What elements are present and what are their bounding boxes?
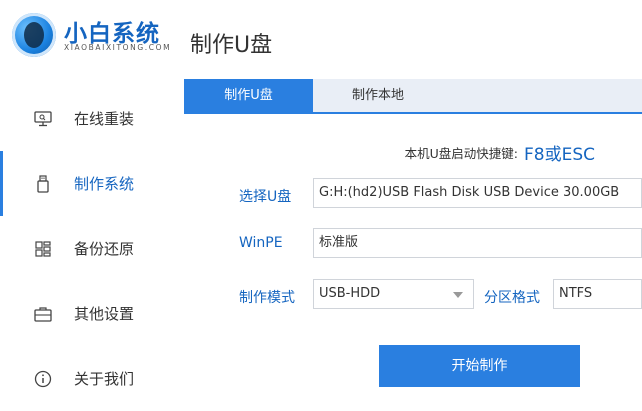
- mode-label: 制作模式: [239, 290, 295, 306]
- sidebar-item-label: 备份还原: [74, 240, 135, 258]
- page-title: 制作U盘: [190, 33, 273, 58]
- sidebar-item-label: 其他设置: [74, 305, 135, 323]
- sidebar-item-label: 制作系统: [74, 175, 135, 193]
- sidebar-item-online-reinstall[interactable]: 在线重装: [0, 86, 183, 151]
- usb-select-label: 选择U盘: [239, 189, 292, 205]
- usb-drive-icon: [34, 174, 52, 193]
- start-make-button[interactable]: 开始制作: [379, 345, 580, 387]
- grid-blocks-icon: [34, 240, 52, 258]
- app-logo: 小白系统 XIAOBAIXITONG.COM: [12, 10, 182, 60]
- sidebar: 小白系统 XIAOBAIXITONG.COM 在线重装 制作系统 备份还原 其他…: [0, 0, 183, 405]
- tab-make-local[interactable]: 制作本地: [313, 79, 443, 112]
- sidebar-nav: 在线重装 制作系统 备份还原 其他设置 关于我们: [0, 86, 183, 411]
- shortcut-key: F8或ESC: [524, 145, 595, 165]
- info-icon: [34, 370, 52, 388]
- mode-select-value: USB-HDD: [319, 286, 381, 301]
- sidebar-item-backup-restore[interactable]: 备份还原: [0, 216, 183, 281]
- app-subtitle: XIAOBAIXITONG.COM: [64, 43, 172, 52]
- shortcut-hint: 本机U盘启动快捷键: F8或ESC: [405, 140, 595, 165]
- tab-make-usb[interactable]: 制作U盘: [184, 79, 313, 112]
- mode-select[interactable]: USB-HDD: [313, 279, 474, 309]
- partition-format-field[interactable]: NTFS: [553, 279, 642, 309]
- winpe-field[interactable]: 标准版: [313, 228, 642, 258]
- sidebar-item-other-settings[interactable]: 其他设置: [0, 281, 183, 346]
- partition-label: 分区格式: [484, 290, 540, 306]
- sidebar-item-make-system[interactable]: 制作系统: [0, 151, 183, 216]
- winpe-label: WinPE: [239, 235, 283, 251]
- tab-bar: 制作U盘 制作本地: [184, 79, 642, 114]
- shortcut-label: 本机U盘启动快捷键:: [404, 146, 518, 161]
- sidebar-item-about-us[interactable]: 关于我们: [0, 346, 183, 411]
- usb-select-field[interactable]: G:H:(hd2)USB Flash Disk USB Device 30.00…: [313, 178, 642, 208]
- chevron-down-icon: [453, 292, 463, 298]
- sidebar-item-label: 在线重装: [74, 110, 135, 128]
- monitor-icon: [34, 110, 52, 128]
- logo-icon: [12, 13, 56, 57]
- sidebar-item-label: 关于我们: [74, 370, 135, 388]
- toolbox-icon: [34, 305, 52, 323]
